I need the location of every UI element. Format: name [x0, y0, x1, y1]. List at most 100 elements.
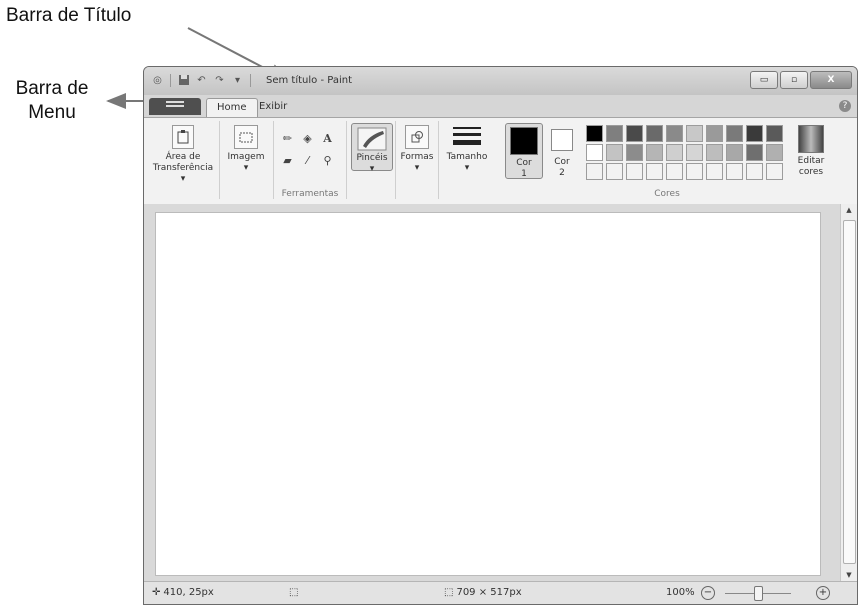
color-swatch[interactable] — [686, 144, 703, 161]
color1-button[interactable]: Cor 1 — [505, 123, 543, 179]
size-dropdown-arrow: ▾ — [464, 163, 470, 173]
close-button[interactable]: X — [810, 71, 852, 89]
brushes-button[interactable]: Pincéis ▾ — [351, 123, 393, 174]
color-swatch[interactable] — [666, 125, 683, 142]
shapes-button[interactable]: Formas ▾ — [399, 125, 435, 174]
scroll-down-icon[interactable]: ▼ — [841, 571, 857, 579]
zoom-in-button[interactable]: + — [816, 586, 830, 600]
zoom-slider-thumb[interactable] — [754, 586, 763, 601]
zoom-level-text: 100% — [666, 587, 695, 598]
menu-icon — [166, 101, 184, 107]
tab-view[interactable]: Exibir — [249, 98, 297, 117]
color-palette — [586, 121, 791, 181]
help-icon[interactable]: ? — [839, 100, 851, 112]
edit-colors-button[interactable]: Editar cores — [792, 125, 830, 178]
paint-app-icon[interactable]: ◎ — [150, 73, 165, 87]
color-swatch[interactable] — [586, 163, 603, 180]
crosshair-icon: ✛ — [152, 587, 161, 598]
color1-label-2: 1 — [521, 169, 527, 179]
edit-colors-label-2: cores — [798, 167, 824, 177]
color-swatch[interactable] — [586, 144, 603, 161]
color-picker-icon[interactable]: ⁄ — [300, 153, 315, 168]
save-icon[interactable] — [176, 73, 191, 87]
color-swatch[interactable] — [746, 144, 763, 161]
annotation-menu-line2: Menu — [28, 102, 76, 123]
clipboard-button[interactable]: Área de Transferência ▾ — [152, 125, 214, 185]
color-swatch[interactable] — [686, 163, 703, 180]
size-group: Tamanho ▾ — [439, 121, 495, 199]
shapes-label: Formas — [400, 152, 434, 162]
color-swatch[interactable] — [626, 125, 643, 142]
color-swatch[interactable] — [686, 125, 703, 142]
color-swatch[interactable] — [666, 144, 683, 161]
color-swatch[interactable] — [626, 163, 643, 180]
brushes-label: Pincéis — [356, 153, 388, 163]
clipboard-label-1: Área de — [165, 152, 201, 162]
color-swatch[interactable] — [726, 144, 743, 161]
scroll-up-icon[interactable]: ▲ — [841, 206, 857, 214]
scrollbar-thumb[interactable] — [843, 220, 856, 564]
window-title: Sem título - Paint — [266, 75, 352, 86]
text-tool-icon[interactable]: A — [320, 131, 335, 146]
line-width-icon — [451, 125, 483, 149]
color-swatch[interactable] — [626, 144, 643, 161]
menu-tabs-row: Home Exibir ? — [144, 95, 857, 118]
window-controls: ▭ ▫ X — [750, 71, 852, 89]
color-swatch[interactable] — [646, 163, 663, 180]
canvas-area: ▲ ▼ — [144, 204, 857, 581]
minimize-button[interactable]: ▭ — [750, 71, 778, 89]
magnifier-icon[interactable]: ⚲ — [320, 153, 335, 168]
zoom-out-button[interactable]: − — [701, 586, 715, 600]
color-swatch[interactable] — [746, 163, 763, 180]
undo-icon[interactable]: ↶ — [194, 73, 209, 87]
canvas-size-text: 709 × 517px — [456, 587, 522, 598]
ribbon: Área de Transferência ▾ Imagem ▾ ✏ ◈ A ▰… — [144, 117, 857, 205]
size-button[interactable]: Tamanho ▾ — [443, 125, 491, 174]
color-swatch[interactable] — [606, 144, 623, 161]
paint-window: ◎ ↶ ↷ ▾ Sem título - Paint ▭ ▫ X Home Ex… — [143, 66, 858, 605]
colors-group: Cor 1 Cor 2 Editar cores Cores — [502, 121, 852, 199]
color-swatch[interactable] — [666, 163, 683, 180]
customize-qat-icon[interactable]: ▾ — [230, 73, 245, 87]
tools-group-label: Ferramentas — [281, 189, 339, 199]
redo-icon[interactable]: ↷ — [212, 73, 227, 87]
colors-group-label: Cores — [654, 189, 680, 199]
color-swatch[interactable] — [606, 163, 623, 180]
shapes-icon — [405, 125, 429, 149]
color-swatch[interactable] — [766, 144, 783, 161]
brushes-group: Pincéis ▾ — [347, 121, 396, 199]
image-group: Imagem ▾ — [220, 121, 274, 199]
shapes-group: Formas ▾ — [396, 121, 439, 199]
color-swatch[interactable] — [766, 163, 783, 180]
color-swatch[interactable] — [706, 125, 723, 142]
pencil-icon[interactable]: ✏ — [280, 131, 295, 146]
color2-button[interactable]: Cor 2 — [546, 123, 578, 178]
color2-label-1: Cor — [554, 157, 570, 167]
edit-colors-icon — [798, 125, 824, 153]
color-swatch[interactable] — [706, 163, 723, 180]
paint-menu-button[interactable] — [149, 98, 201, 115]
annotation-title-bar: Barra de Título — [6, 5, 132, 26]
color-swatch[interactable] — [646, 125, 663, 142]
fill-bucket-icon[interactable]: ◈ — [300, 131, 315, 146]
drawing-canvas[interactable] — [155, 212, 821, 576]
color-swatch[interactable] — [726, 125, 743, 142]
clipboard-label-2: Transferência ▾ — [152, 163, 214, 184]
color1-label-1: Cor — [516, 158, 532, 168]
tools-group: ✏ ◈ A ▰ ⁄ ⚲ Ferramentas — [274, 121, 347, 199]
color-swatch[interactable] — [706, 144, 723, 161]
color-swatch[interactable] — [646, 144, 663, 161]
eraser-icon[interactable]: ▰ — [280, 153, 295, 168]
color-swatch[interactable] — [606, 125, 623, 142]
clipboard-icon — [172, 125, 194, 149]
vertical-scrollbar[interactable]: ▲ ▼ — [840, 204, 857, 581]
color-swatch[interactable] — [726, 163, 743, 180]
qat-separator — [170, 73, 171, 87]
color-swatch[interactable] — [766, 125, 783, 142]
color-swatch[interactable] — [586, 125, 603, 142]
image-button[interactable]: Imagem ▾ — [223, 125, 269, 174]
cursor-position: ✛ 410, 25px — [152, 587, 214, 598]
color-swatch[interactable] — [746, 125, 763, 142]
canvas-size: ⬚ 709 × 517px — [444, 587, 522, 598]
maximize-button[interactable]: ▫ — [780, 71, 808, 89]
